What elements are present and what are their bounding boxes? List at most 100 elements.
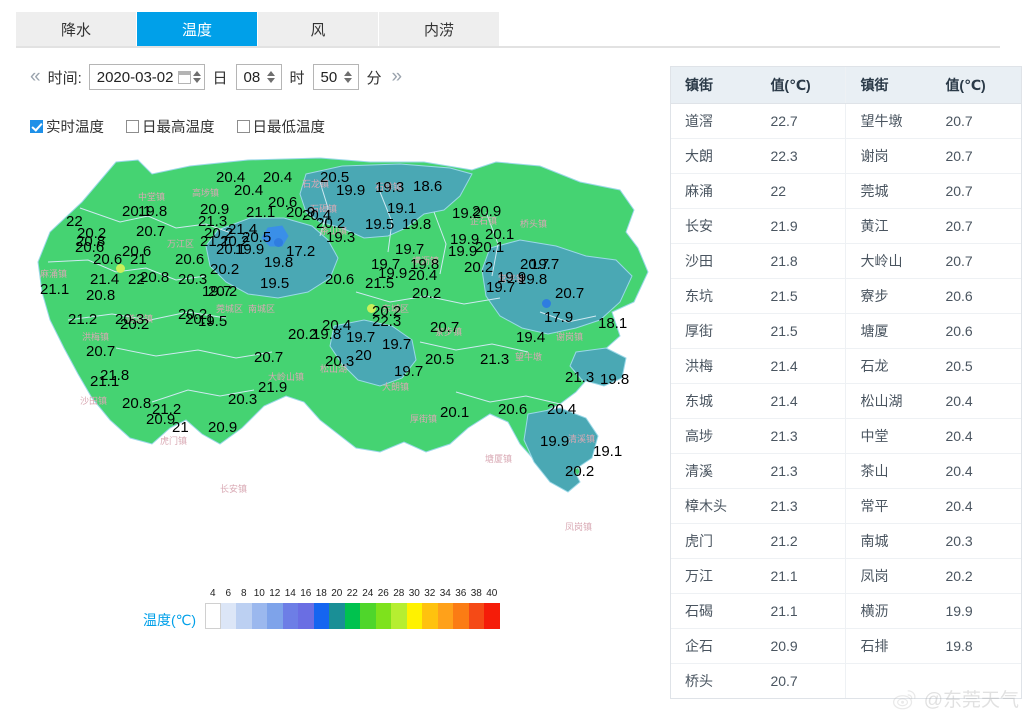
station-dot[interactable] [274, 238, 283, 247]
map-temperature-value: 20.7 [136, 223, 166, 240]
map-temperature-value: 19.7 [486, 279, 516, 296]
map-temperature-value: 20.3 [325, 353, 355, 370]
tab-temperature[interactable]: 温度 [137, 12, 258, 46]
table-row[interactable]: 万江 21.1 凤岗 20.2 [671, 558, 1021, 594]
tab-precipitation[interactable]: 降水 [16, 12, 137, 46]
map-temperature-value: 20.7 [430, 319, 460, 336]
map-temperature-value: 19.9 [235, 241, 265, 258]
map-temperature-value: 19.7 [394, 363, 424, 380]
station-values-table: 镇街 值(℃) 镇街 值(℃) 道滘 22.7 望牛墩 20.7 大朗 22.3 谢岗 20.… [671, 67, 1021, 698]
table-row[interactable]: 樟木头 21.3 常平 20.4 [671, 488, 1021, 524]
table-row[interactable]: 沙田 21.8 大岭山 20.7 [671, 243, 1021, 279]
checkbox-realtime-temp-label: 实时温度 [46, 120, 104, 136]
legend-swatch-12 [391, 603, 407, 629]
table-row[interactable]: 清溪 21.3 茶山 20.4 [671, 453, 1021, 489]
hour-value: 08 [243, 68, 261, 86]
cell-town: 茶山 [845, 453, 932, 489]
legend-tick-5: 14 [284, 588, 296, 599]
map-temperature-value: 20.2 [210, 261, 240, 278]
table-row[interactable]: 东坑 21.5 寮步 20.6 [671, 278, 1021, 314]
table-row[interactable]: 麻涌 22 莞城 20.7 [671, 173, 1021, 209]
map-temperature-value: 20.2 [412, 285, 442, 302]
map-temperature-value: 20.7 [86, 343, 116, 360]
map-temperature-value: 21 [130, 251, 147, 268]
cell-town: 樟木头 [671, 488, 757, 524]
map-temperature-value: 21.2 [68, 311, 98, 328]
map-temperature-value: 19.1 [387, 200, 417, 217]
cell-town: 石碣 [671, 593, 757, 629]
table-header-row: 镇街 值(℃) 镇街 值(℃) [671, 67, 1021, 104]
day-unit-label: 日 [212, 69, 228, 87]
date-value: 2020-03-02 [96, 68, 174, 86]
table-body: 道滘 22.7 望牛墩 20.7 大朗 22.3 谢岗 20.7 麻涌 22 莞城 20.7 长安 21.… [671, 103, 1021, 698]
cell-town: 虎门 [671, 523, 757, 559]
date-stepper[interactable] [193, 70, 202, 84]
legend-tick-10: 24 [362, 588, 374, 599]
table-row[interactable]: 大朗 22.3 谢岗 20.7 [671, 138, 1021, 174]
map-temperature-value: 20.3 [228, 391, 258, 408]
cell-town: 万江 [671, 558, 757, 594]
cell-value: 20.7 [931, 138, 1021, 174]
map-temperature-value: 20.1 [475, 239, 505, 256]
map-town-label: 高埗镇 [192, 187, 219, 198]
cell-value: 20.7 [931, 243, 1021, 279]
cell-value: 20.4 [931, 418, 1021, 454]
tab-wind[interactable]: 风 [258, 12, 379, 46]
cell-value: 21.2 [756, 523, 846, 559]
station-values-panel: 镇街 值(℃) 镇街 值(℃) 道滘 22.7 望牛墩 20.7 大朗 22.3 谢岗 20.… [670, 66, 1022, 699]
tab-waterlogging[interactable]: 内涝 [379, 12, 500, 46]
cell-town: 寮步 [845, 278, 932, 314]
table-row[interactable]: 石碣 21.1 横沥 19.9 [671, 593, 1021, 629]
map-town-label: 大朗镇 [382, 381, 409, 392]
table-row[interactable]: 道滘 22.7 望牛墩 20.7 [671, 103, 1021, 139]
checkbox-daily-max-temp-box[interactable] [126, 120, 139, 133]
map-temperature-value: 20.4 [263, 169, 293, 186]
hour-stepper[interactable] [267, 70, 276, 84]
map-town-label: 塘厦镇 [485, 453, 512, 464]
map-temperature-value: 20.8 [140, 269, 170, 286]
map-temperature-value: 20.4 [234, 182, 264, 199]
hour-input[interactable]: 08 [235, 64, 282, 90]
table-row[interactable]: 企石 20.9 石排 19.8 [671, 628, 1021, 664]
legend-tick-13: 30 [408, 588, 420, 599]
prev-step-button[interactable]: « [24, 66, 44, 88]
cell-value: 21.3 [756, 488, 846, 524]
weibo-icon [892, 689, 916, 709]
legend-tick-11: 26 [377, 588, 389, 599]
temperature-map[interactable]: 中堂镇 高埗镇 石碣镇 石龙镇 茶山镇 麻涌镇 万江区 莞城区 石排镇 企石镇 桥头镇 横沥镇 东城区寮… [20, 152, 660, 612]
checkbox-daily-min-temp[interactable]: 日最低温度 [236, 116, 326, 137]
table-row[interactable]: 东城 21.4 松山湖 20.4 [671, 383, 1021, 419]
map-town-label: 厚街镇 [410, 413, 437, 424]
cell-town: 石龙 [845, 348, 932, 384]
cell-town: 常平 [845, 488, 932, 524]
checkbox-daily-min-temp-label: 日最低温度 [252, 120, 326, 136]
hour-unit-label: 时 [289, 69, 305, 87]
calendar-icon[interactable] [178, 70, 192, 84]
cell-town: 大岭山 [845, 243, 932, 279]
table-row[interactable]: 厚街 21.5 塘厦 20.6 [671, 313, 1021, 349]
date-input[interactable]: 2020-03-02 [88, 64, 206, 90]
map-temperature-value: 19.1 [593, 443, 623, 460]
checkbox-daily-min-temp-box[interactable] [236, 120, 250, 133]
legend-swatch-16 [453, 603, 469, 629]
next-step-button[interactable]: » [386, 66, 406, 88]
minute-input[interactable]: 50 [312, 64, 359, 90]
cell-value: 20.2 [931, 558, 1021, 594]
table-row[interactable]: 高埗 21.3 中堂 20.4 [671, 418, 1021, 454]
checkbox-realtime-temp[interactable]: 实时温度 [30, 116, 104, 137]
station-dot[interactable] [542, 299, 551, 308]
table-row[interactable]: 洪梅 21.4 石龙 20.5 [671, 348, 1021, 384]
table-row[interactable]: 长安 21.9 黄江 20.7 [671, 208, 1021, 244]
map-temperature-value: 20.6 [93, 251, 123, 268]
map-town-label: 长安镇 [220, 483, 247, 494]
map-town-label: 虎门镇 [160, 435, 187, 446]
minute-stepper[interactable] [344, 70, 353, 84]
checkbox-realtime-temp-box[interactable] [30, 120, 43, 133]
map-temperature-value: 19.5 [260, 275, 290, 292]
table-row[interactable]: 虎门 21.2 南城 20.3 [671, 523, 1021, 559]
tab-wind-label: 风 [310, 21, 326, 39]
map-temperature-value: 21.1 [246, 204, 276, 221]
cell-town: 高埗 [671, 418, 757, 454]
checkbox-daily-max-temp[interactable]: 日最高温度 [126, 116, 215, 137]
map-temperature-value: 19.4 [516, 329, 546, 346]
